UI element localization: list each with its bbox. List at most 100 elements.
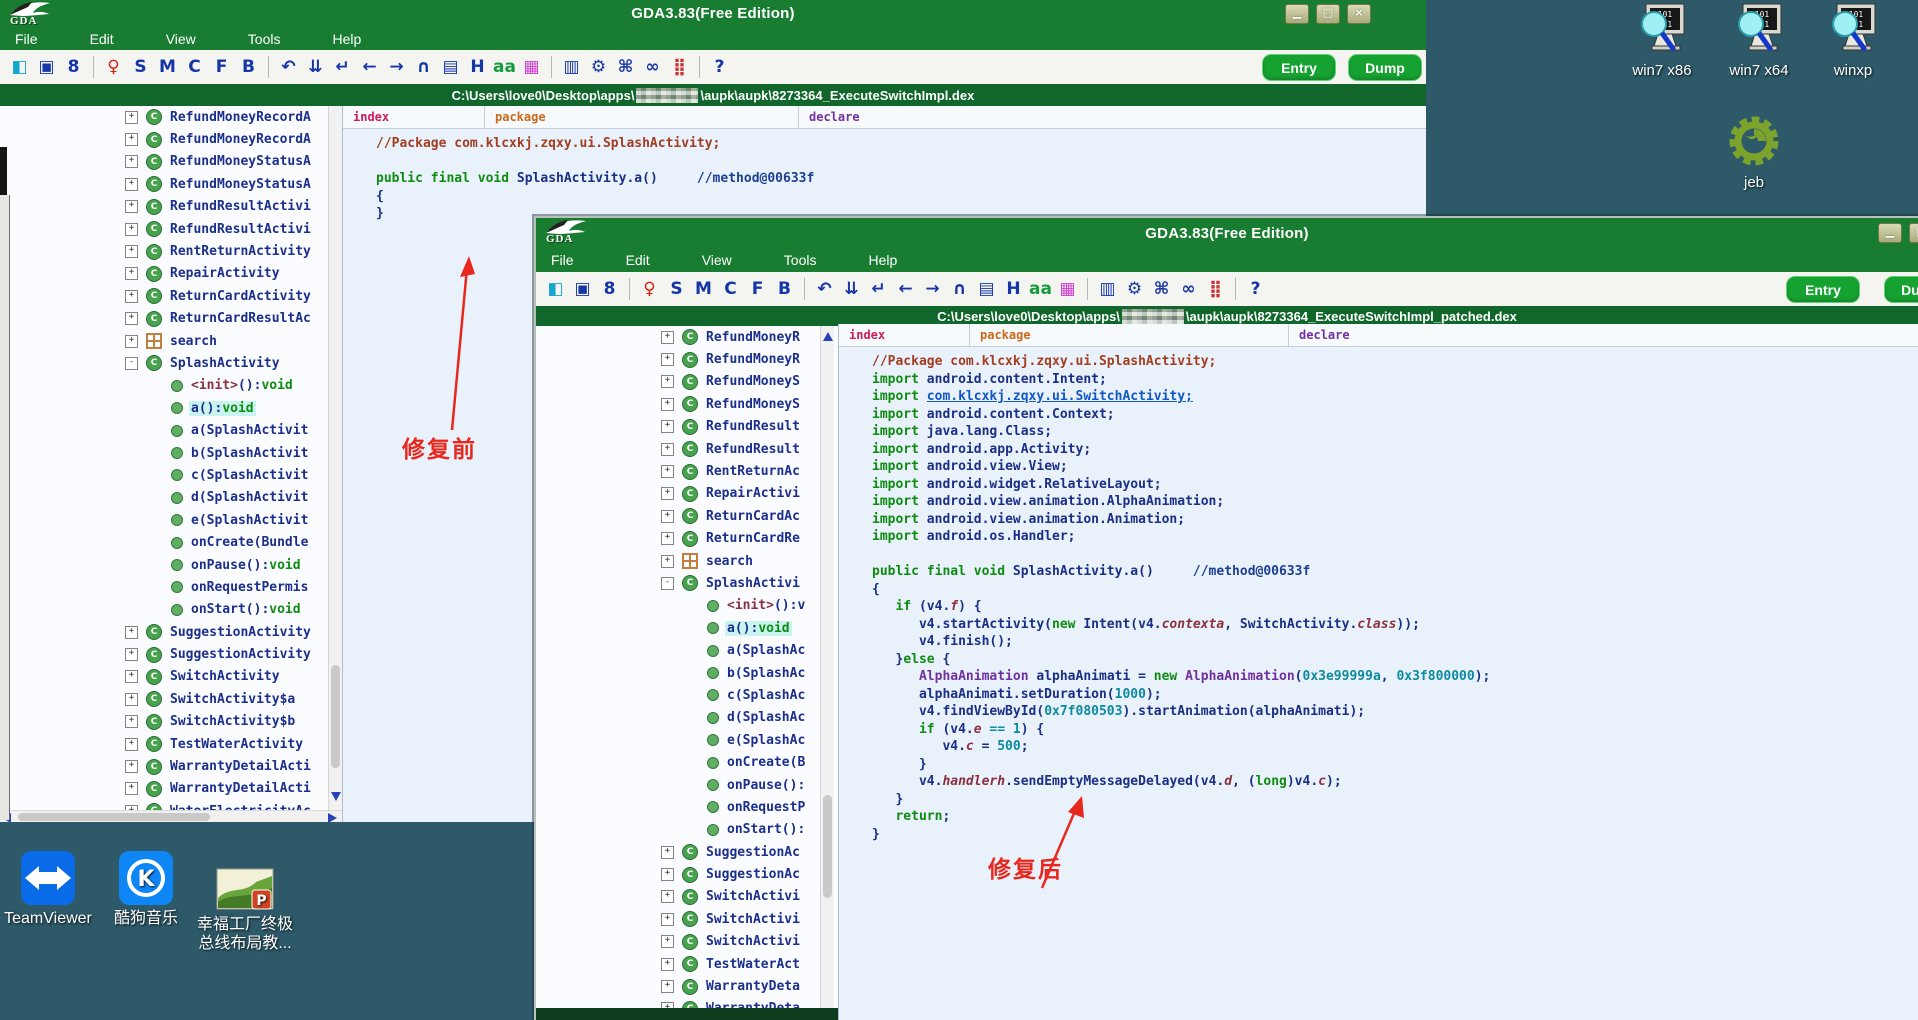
tree-vertical-scrollbar[interactable] (820, 326, 834, 1008)
expand-toggle-icon[interactable]: + (661, 554, 674, 568)
tree-item[interactable]: + RefundResult (536, 438, 838, 460)
menu-item[interactable]: Tools (248, 31, 281, 47)
hex-icon[interactable]: H (1002, 279, 1025, 299)
field-icon[interactable]: F (746, 279, 769, 299)
expand-toggle-icon[interactable]: + (125, 222, 138, 236)
column-declare[interactable]: declare (1289, 324, 1918, 346)
expand-toggle-icon[interactable]: + (125, 715, 138, 729)
tree-item[interactable]: a(SplashActivit (0, 419, 342, 441)
string-search-icon[interactable]: S (129, 57, 152, 77)
help-icon[interactable]: ? (1244, 279, 1267, 299)
expand-toggle-icon[interactable]: + (661, 532, 674, 546)
jump-down-icon[interactable]: ⇊ (304, 57, 327, 77)
tree-item[interactable]: - SplashActivity (0, 352, 342, 374)
tree-item[interactable]: b(SplashAc (536, 662, 838, 684)
color-grid-icon[interactable]: ▦ (1056, 279, 1079, 299)
expand-toggle-icon[interactable]: + (125, 760, 138, 774)
column-index[interactable]: index (839, 324, 970, 346)
dump-button[interactable]: Dump (1884, 276, 1918, 303)
tree-item[interactable]: + WaterElectricityAc (0, 800, 342, 810)
xml-icon[interactable]: ▥ (1096, 279, 1119, 299)
tree-item[interactable]: + RefundResultActivi (0, 196, 342, 218)
expand-toggle-icon[interactable]: + (125, 200, 138, 214)
back-icon[interactable]: ← (894, 279, 917, 299)
tree-item[interactable]: onStart():void (0, 599, 342, 621)
menu-item[interactable]: Help (332, 31, 361, 47)
expand-toggle-icon[interactable]: - (661, 576, 674, 590)
expand-toggle-icon[interactable]: + (125, 625, 138, 639)
tree-item[interactable]: e(SplashActivit (0, 509, 342, 531)
scroll-right-icon[interactable] (328, 813, 337, 822)
tree-item[interactable]: + SuggestionActivity (0, 643, 342, 665)
expand-toggle-icon[interactable]: + (661, 487, 674, 501)
titlebar[interactable]: GDA GDA3.83(Free Edition) ▁□ (536, 218, 1918, 248)
expand-toggle-icon[interactable]: + (661, 442, 674, 456)
desktop-icon-teamviewer[interactable]: TeamViewer (0, 850, 96, 928)
menu-item[interactable]: Tools (784, 252, 817, 268)
expand-toggle-icon[interactable]: + (125, 267, 138, 281)
expand-toggle-icon[interactable]: + (125, 334, 138, 348)
xml-icon[interactable]: ▥ (560, 57, 583, 77)
tree-vertical-scrollbar[interactable] (328, 106, 342, 810)
column-package[interactable]: package (485, 106, 799, 128)
back-icon[interactable]: ← (358, 57, 381, 77)
rename-icon[interactable]: aa (1029, 279, 1052, 299)
pin-icon[interactable]: ♀ (638, 279, 661, 299)
tree-item[interactable]: a(SplashAc (536, 639, 838, 661)
expand-toggle-icon[interactable]: + (661, 845, 674, 859)
expand-toggle-icon[interactable]: + (125, 289, 138, 303)
tree-item[interactable]: + TestWaterAct (536, 953, 838, 975)
tree-item[interactable]: onCreate(Bundle (0, 531, 342, 553)
window-control-button[interactable]: ▁ (1878, 223, 1902, 243)
decompiled-code[interactable]: //Package com.klcxkj.zqxy.ui.SplashActiv… (343, 129, 1426, 224)
rings-icon[interactable]: ∞ (641, 57, 664, 77)
expand-toggle-icon[interactable]: + (661, 935, 674, 949)
tree-item[interactable]: d(SplashAc (536, 707, 838, 729)
desktop-icon-kugou[interactable]: K 酷狗音乐 (98, 850, 194, 928)
entry-button[interactable]: Entry (1786, 276, 1860, 303)
tree-item[interactable]: + SwitchActivi (536, 886, 838, 908)
expand-toggle-icon[interactable]: + (125, 312, 138, 326)
tree-item[interactable]: + WarrantyDeta (536, 975, 838, 997)
tree-item[interactable]: e(SplashAc (536, 729, 838, 751)
tree-item[interactable]: + SuggestionAc (536, 841, 838, 863)
tree-item[interactable]: onPause(): (536, 774, 838, 796)
column-declare[interactable]: declare (799, 106, 1426, 128)
menu-item[interactable]: File (15, 31, 38, 47)
tree-item[interactable]: + SwitchActivity (0, 666, 342, 688)
goto-icon[interactable]: ↵ (867, 279, 890, 299)
tree-item[interactable]: + SwitchActivity$a (0, 688, 342, 710)
expand-toggle-icon[interactable]: - (125, 356, 138, 370)
expand-toggle-icon[interactable]: + (661, 890, 674, 904)
tree-item[interactable]: onCreate(B (536, 751, 838, 773)
tree-item[interactable]: a():void (536, 617, 838, 639)
tree-item[interactable]: onStart(): (536, 819, 838, 841)
tree-item[interactable]: - SplashActivi (536, 572, 838, 594)
tree-item[interactable]: c(SplashActivit (0, 464, 342, 486)
rings-icon[interactable]: ∞ (1177, 279, 1200, 299)
tree-item[interactable]: + RefundMoneyStatusA (0, 173, 342, 195)
tree-item[interactable]: d(SplashActivit (0, 487, 342, 509)
expand-toggle-icon[interactable]: + (125, 648, 138, 662)
method-icon[interactable]: M (692, 279, 715, 299)
dot-grid-icon[interactable]: ⣿ (1204, 279, 1227, 299)
desktop-icon-jeb[interactable]: jeb (1716, 112, 1792, 192)
scrollbar-thumb[interactable] (823, 795, 832, 898)
tree-item[interactable]: + TestWaterActivity (0, 733, 342, 755)
desktop-icon-win7-x86[interactable]: 101 011 win7 x86 (1622, 2, 1702, 80)
expand-toggle-icon[interactable]: + (661, 353, 674, 367)
tree-item[interactable]: b(SplashActivit (0, 442, 342, 464)
tree-item[interactable]: + RefundResultActivi (0, 218, 342, 240)
android-head-icon[interactable]: ∩ (412, 57, 435, 77)
tree-item[interactable]: + RepairActivity (0, 263, 342, 285)
desktop-icon-winxp[interactable]: 101 011 winxp (1813, 2, 1893, 80)
tree-item[interactable]: <init>():void (0, 375, 342, 397)
expand-toggle-icon[interactable]: + (661, 957, 674, 971)
tree-item[interactable]: + SwitchActivi (536, 931, 838, 953)
color-grid-icon[interactable]: ▦ (520, 57, 543, 77)
scroll-up-icon[interactable] (823, 332, 833, 341)
expand-toggle-icon[interactable]: + (125, 110, 138, 124)
hex-icon[interactable]: H (466, 57, 489, 77)
expand-toggle-icon[interactable]: + (125, 177, 138, 191)
rename-icon[interactable]: aa (493, 57, 516, 77)
